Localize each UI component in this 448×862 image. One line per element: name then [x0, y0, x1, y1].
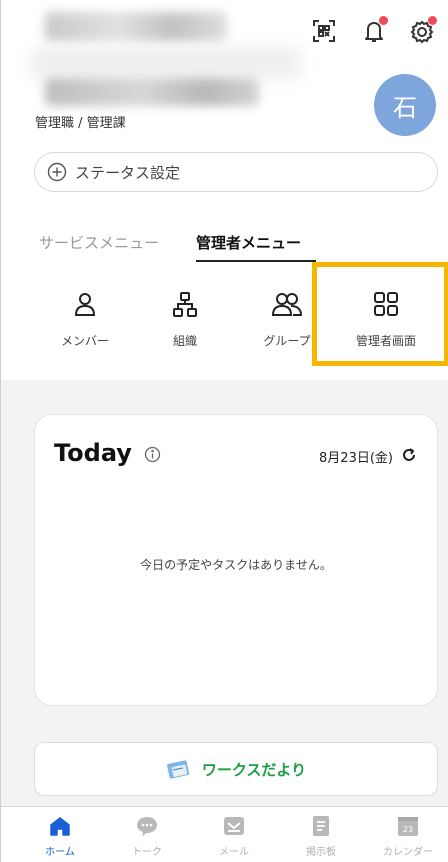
menu-item-members[interactable]: メンバー: [35, 290, 135, 360]
avatar-initial: 石: [393, 93, 417, 122]
nav-label-talk: トーク: [132, 847, 162, 858]
nav-label-calendar: カレンダー: [383, 847, 433, 858]
refresh-icon[interactable]: [401, 447, 417, 463]
profile-header: 石 管理職 / 管理課 ステータス設定 サービスメニュー 管理者メニュー: [1, 0, 448, 280]
today-title-wrap: Today: [54, 439, 161, 467]
today-empty-message: 今日の予定やタスクはありません。: [140, 558, 332, 572]
tab-admin-menu[interactable]: 管理者メニュー: [196, 232, 301, 253]
works-news-label: ワークスだより: [201, 760, 307, 779]
blurred-background: [31, 48, 301, 78]
calendar-icon: 23: [398, 817, 418, 836]
tab-service-menu[interactable]: サービスメニュー: [39, 232, 159, 253]
nav-item-mail[interactable]: メール: [192, 815, 276, 858]
home-icon: [50, 817, 70, 836]
group-icon: [271, 293, 303, 316]
mail-icon: [224, 817, 244, 835]
menu-label-members: メンバー: [60, 334, 109, 348]
today-title: Today: [54, 439, 132, 467]
status-setting-label: ステータス設定: [75, 163, 181, 182]
works-news-button[interactable]: ワークスだより: [34, 742, 438, 796]
info-icon[interactable]: [144, 446, 161, 463]
nav-label-board: 掲示板: [306, 847, 336, 858]
status-setting-button[interactable]: ステータス設定: [34, 152, 438, 192]
nav-label-mail: メール: [219, 847, 249, 858]
highlight-box: [312, 262, 448, 366]
settings-icon[interactable]: [407, 16, 437, 46]
calendar-day-badge: 23: [403, 825, 413, 834]
newspaper-icon: [166, 760, 189, 779]
plus-circle-icon: [47, 162, 67, 182]
today-card: Today 8月23日(金) 今日の予定やタスクはありません。: [34, 414, 438, 706]
menu-label-organization: 組織: [172, 334, 197, 348]
blurred-company-name: [45, 12, 227, 42]
nav-item-board[interactable]: 掲示板: [279, 815, 363, 858]
today-date: 8月23日(金): [319, 451, 393, 466]
nav-item-home[interactable]: ホーム: [18, 815, 102, 858]
avatar[interactable]: 石: [374, 74, 436, 136]
person-icon: [74, 293, 96, 316]
org-chart-icon: [173, 292, 197, 317]
active-tab-indicator: [196, 260, 316, 262]
menu-item-organization[interactable]: 組織: [135, 290, 235, 360]
bell-icon[interactable]: [359, 16, 389, 46]
qr-code-icon[interactable]: [309, 16, 339, 46]
bottom-navigation: ホーム トーク メール 掲示板 23 カレンダー: [1, 806, 448, 862]
nav-item-talk[interactable]: トーク: [105, 815, 189, 858]
chat-icon: [137, 817, 157, 836]
app-frame: 石 管理職 / 管理課 ステータス設定 サービスメニュー 管理者メニュー メンバ…: [0, 0, 448, 862]
nav-item-calendar[interactable]: 23 カレンダー: [366, 815, 448, 858]
notification-dot: [379, 16, 388, 25]
blurred-user-name: [45, 78, 259, 106]
department-label: 管理職 / 管理課: [35, 116, 126, 131]
board-icon: [313, 816, 329, 836]
settings-notification-dot: [428, 16, 437, 25]
nav-label-home: ホーム: [45, 847, 75, 858]
